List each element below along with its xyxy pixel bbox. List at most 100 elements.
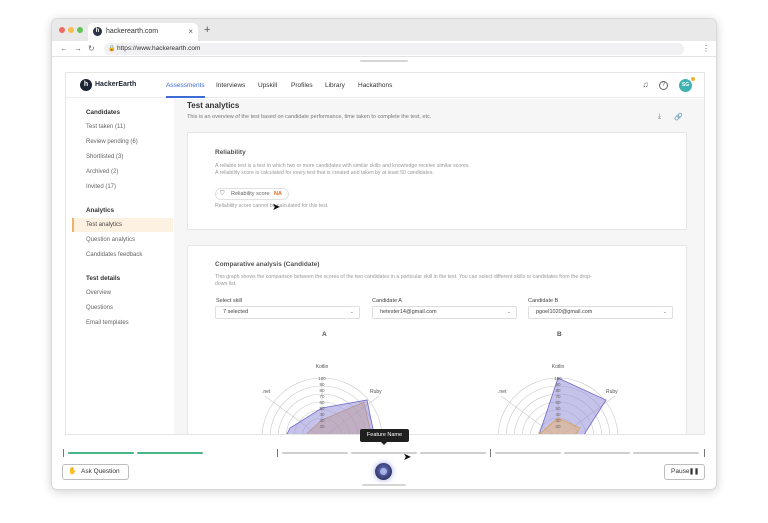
sidebar-heading-analytics: Analytics	[86, 207, 114, 214]
pause-button[interactable]: Pause ❚❚	[664, 464, 705, 480]
hand-raise-icon: ✋	[68, 468, 77, 475]
nav-profiles[interactable]: Profiles	[291, 73, 313, 98]
lock-icon: 🔒	[108, 46, 116, 52]
recorder-orb-icon[interactable]	[375, 463, 392, 480]
radar-a-axis-left: .net	[262, 389, 271, 395]
radar-b-axis-right: Ruby	[606, 389, 618, 395]
reliability-line-2: A reliability score is calculated for ev…	[215, 170, 434, 176]
link-icon[interactable]: 🔗	[674, 113, 683, 121]
progress-timeline[interactable]	[63, 449, 705, 457]
nav-interviews[interactable]: Interviews	[216, 73, 245, 98]
logo-text: HackerEarth	[95, 81, 137, 88]
sidebar-item-candidates-feedback[interactable]: Candidates feedback	[86, 252, 142, 258]
hackerearth-logo[interactable]: h HackerEarth	[80, 79, 136, 91]
new-tab-button[interactable]: +	[204, 23, 210, 37]
reliability-card: Reliability A reliable test is a test in…	[187, 132, 687, 230]
close-window-button[interactable]	[59, 27, 65, 33]
browser-tab[interactable]: h hackerearth.com ×	[88, 23, 198, 41]
scale-label: 60	[319, 400, 325, 405]
tab-title: hackerearth.com	[106, 28, 159, 35]
sidebar-item-test-taken[interactable]: Test taken (11)	[86, 124, 125, 130]
radar-b-axis-left: .net	[498, 389, 507, 395]
shield-icon: ⛉	[220, 191, 225, 197]
sidebar-item-review-pending[interactable]: Review pending (6)	[86, 139, 138, 145]
close-tab-icon[interactable]: ×	[188, 23, 193, 41]
radar-b-axis-top: Kotlin	[552, 364, 565, 370]
scale-label: 40	[555, 412, 561, 417]
candidate-b-value: pgoel1020@gmail.com	[536, 309, 593, 315]
timeline-marker[interactable]	[704, 449, 705, 457]
timeline-segment[interactable]	[68, 452, 134, 454]
nav-library[interactable]: Library	[325, 73, 345, 98]
candidate-a-label: Candidate A	[372, 298, 402, 304]
sidebar-item-email-templates[interactable]: Email templates	[86, 320, 129, 326]
chevron-down-icon: ⌄	[349, 309, 354, 315]
nav-upskill[interactable]: Upskill	[258, 73, 277, 98]
page-title: Test analytics	[187, 101, 240, 110]
comparative-card: Comparative analysis (Candidate) This gr…	[187, 245, 687, 434]
timeline-segment[interactable]	[420, 452, 486, 454]
minimize-window-button[interactable]	[68, 27, 74, 33]
page-viewport: h HackerEarth Assessments Interviews Ups…	[52, 58, 716, 489]
sidebar-item-invited[interactable]: Invited (17)	[86, 184, 116, 190]
notification-bell-icon[interactable]: ♫	[641, 81, 650, 90]
timeline-segment[interactable]	[564, 452, 630, 454]
candidate-a-select[interactable]: hetester14@gmail.com ⌄	[372, 306, 517, 319]
nav-hackathons[interactable]: Hackathons	[358, 73, 392, 98]
stage: h hackerearth.com × + ← → ↻ 🔒 https://ww…	[0, 0, 768, 523]
scale-label: 40	[319, 412, 325, 417]
url-field[interactable]: 🔒 https://www.hackerearth.com	[104, 43, 684, 55]
hackerearth-app: h HackerEarth Assessments Interviews Ups…	[65, 72, 705, 435]
scale-label: 90	[319, 382, 325, 387]
reliability-score-label: Reliability score	[231, 191, 270, 197]
back-arrow-icon[interactable]: ←	[60, 43, 68, 55]
reload-icon[interactable]: ↻	[88, 43, 95, 55]
timeline-marker[interactable]	[63, 449, 64, 457]
sidebar-item-question-analytics[interactable]: Question analytics	[86, 237, 135, 243]
skill-select[interactable]: 7 selected ⌄	[215, 306, 360, 319]
candidate-b-select[interactable]: pgoel1020@gmail.com ⌄	[528, 306, 673, 319]
sidebar-item-questions[interactable]: Questions	[86, 305, 113, 311]
radar-a-axis-right: Ruby	[370, 389, 382, 395]
timeline-marker[interactable]	[490, 449, 491, 457]
tooltip-text: Feature Name	[366, 432, 403, 438]
scale-label: 30	[555, 418, 561, 423]
comparative-desc-2: down list.	[215, 281, 237, 287]
download-icon[interactable]: ⤓	[658, 113, 661, 121]
nav-assessments[interactable]: Assessments	[166, 73, 205, 98]
mouse-cursor-icon: ➤	[272, 202, 281, 213]
skill-select-value: 7 selected	[223, 309, 249, 315]
radar-chart-b: Kotlin Ruby .net 100 90 80 70 60 50 40 3…	[497, 364, 618, 434]
scale-label: 20	[555, 424, 561, 429]
sidebar-item-shortlisted[interactable]: Shortlisted (3)	[86, 154, 123, 160]
avatar[interactable]: SG	[679, 77, 695, 92]
scale-label: 50	[555, 406, 561, 411]
forward-arrow-icon[interactable]: →	[74, 43, 82, 55]
reliability-line-1: A reliable test is a test in which two o…	[215, 163, 470, 169]
hackerearth-favicon-icon: h	[93, 27, 102, 36]
sidebar-item-test-analytics[interactable]: Test analytics	[86, 222, 122, 228]
feature-name-tooltip: Feature Name	[360, 429, 409, 445]
address-bar-row: ← → ↻ 🔒 https://www.hackerearth.com ⋮	[52, 41, 716, 57]
timeline-segment[interactable]	[282, 452, 348, 454]
maximize-window-button[interactable]	[77, 27, 83, 33]
timeline-segment[interactable]	[137, 452, 203, 454]
chevron-down-icon: ⌄	[506, 309, 511, 315]
help-icon[interactable]: ?	[659, 81, 668, 90]
ask-question-button[interactable]: ✋ Ask Question	[62, 464, 129, 480]
sidebar-item-overview[interactable]: Overview	[86, 290, 111, 296]
sidebar-item-archived[interactable]: Archived (2)	[86, 169, 118, 175]
pause-label: Pause	[671, 468, 690, 475]
timeline-segment[interactable]	[633, 452, 699, 454]
timeline-segment[interactable]	[495, 452, 561, 454]
scale-label: 80	[555, 388, 561, 393]
scale-label: 70	[555, 394, 561, 399]
sidebar: Candidates Test taken (11) Review pendin…	[66, 99, 174, 434]
browser-window: h hackerearth.com × + ← → ↻ 🔒 https://ww…	[51, 18, 717, 490]
radar-b-title: B	[557, 331, 562, 338]
sidebar-heading-candidates: Candidates	[86, 109, 120, 116]
timeline-marker[interactable]	[277, 449, 278, 457]
radar-a-axis-top: Kotlin	[316, 364, 329, 370]
browser-menu-icon[interactable]: ⋮	[702, 43, 710, 55]
radar-chart-a: Kotlin Ruby .net 100 90 80 70 60 50 40 3…	[261, 364, 382, 434]
